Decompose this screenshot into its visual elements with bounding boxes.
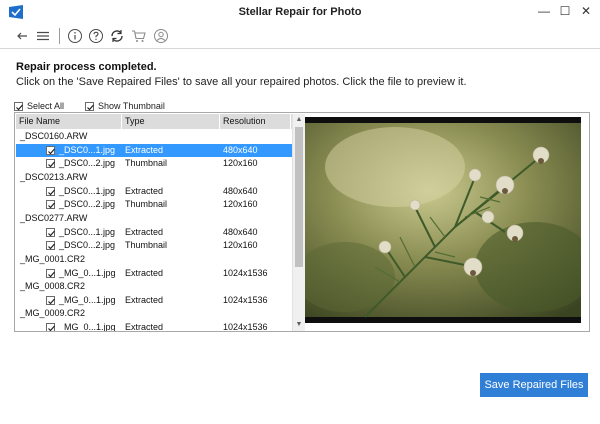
photo-preview-image[interactable] [305,117,581,323]
file-type: Extracted [125,186,164,196]
select-all-label: Select All [27,101,65,111]
file-name: _DSC0...1.jpg [59,145,116,155]
select-all-checkbox[interactable] [14,101,23,111]
photo-preview-pane [305,114,589,331]
row-checkbox[interactable] [46,159,55,168]
file-resolution: 1024x1536 [223,268,268,278]
file-resolution: 480x640 [223,186,258,196]
window-title: Stellar Repair for Photo [238,6,362,18]
file-resolution: 120x160 [223,240,258,250]
file-group-row[interactable]: _MG_0001.CR2 [16,253,292,266]
file-name: _MG_0...1.jpg [59,295,116,305]
table-row[interactable]: _DSC0...2.jpg Thumbnail 120x160 [16,198,292,211]
show-thumbnail-checkbox[interactable] [85,101,94,111]
file-name: _MG_0...1.jpg [59,268,116,278]
save-repaired-files-button[interactable]: Save Repaired Files [480,373,588,397]
file-group-row[interactable]: _MG_0008.CR2 [16,280,292,293]
cart-icon[interactable] [130,27,148,45]
group-name: _DSC0277.ARW [20,213,88,223]
account-icon[interactable] [152,27,170,45]
row-checkbox[interactable] [46,323,55,331]
scroll-down-icon[interactable]: ▼ [293,319,305,331]
status-description: Click on the 'Save Repaired Files' to sa… [16,76,467,88]
file-name: _MG_0...1.jpg [59,322,116,331]
file-group-row[interactable]: _DSC0160.ARW [16,130,292,143]
table-row[interactable]: _DSC0...1.jpg Extracted 480x640 [16,226,292,239]
info-icon[interactable] [66,27,84,45]
column-header-file-name[interactable]: File Name [16,114,122,129]
file-group-row[interactable]: _DSC0213.ARW [16,171,292,184]
file-name: _DSC0...1.jpg [59,186,116,196]
group-name: _DSC0160.ARW [20,131,88,141]
file-type: Extracted [125,295,164,305]
file-type: Thumbnail [125,158,168,168]
back-arrow-icon[interactable] [13,27,31,45]
help-icon[interactable] [87,27,105,45]
maximize-button[interactable]: ☐ [555,2,575,20]
file-resolution: 120x160 [223,158,258,168]
table-header: File Name Type Resolution [16,114,305,129]
file-name: _DSC0...2.jpg [59,240,116,250]
file-type: Extracted [125,268,164,278]
file-resolution: 120x160 [223,199,258,209]
file-name: _DSC0...1.jpg [59,227,116,237]
select-all-option[interactable]: Select All [14,100,64,112]
scroll-up-icon[interactable]: ▲ [293,114,305,126]
results-panel: File Name Type Resolution _DSC0160.ARW _… [14,112,590,332]
group-name: _DSC0213.ARW [20,172,88,182]
file-list-scrollbar[interactable]: ▲ ▼ [292,114,305,331]
file-resolution: 1024x1536 [223,322,268,331]
row-checkbox[interactable] [46,228,55,237]
row-checkbox[interactable] [46,146,55,155]
file-group-row[interactable]: _DSC0277.ARW [16,212,292,225]
table-row[interactable]: _DSC0...1.jpg Extracted 480x640 [16,144,292,157]
file-name: _DSC0...2.jpg [59,199,116,209]
table-row[interactable]: _DSC0...1.jpg Extracted 480x640 [16,185,292,198]
file-resolution: 480x640 [223,227,258,237]
row-checkbox[interactable] [46,187,55,196]
file-group-row[interactable]: _MG_0009.CR2 [16,307,292,320]
row-checkbox[interactable] [46,200,55,209]
file-resolution: 480x640 [223,145,258,155]
column-header-type[interactable]: Type [122,114,220,129]
minimize-button[interactable]: — [534,2,554,20]
file-type: Thumbnail [125,240,168,250]
group-name: _MG_0001.CR2 [20,254,86,264]
column-header-resolution[interactable]: Resolution [220,114,291,129]
table-row[interactable]: _DSC0...2.jpg Thumbnail 120x160 [16,239,292,252]
table-row[interactable]: _DSC0...2.jpg Thumbnail 120x160 [16,157,292,170]
scrollbar-thumb[interactable] [295,127,303,267]
row-checkbox[interactable] [46,296,55,305]
toolbar [0,24,600,48]
toolbar-separator [59,28,60,44]
file-name: _DSC0...2.jpg [59,158,116,168]
table-row[interactable]: _MG_0...1.jpg Extracted 1024x1536 [16,321,292,331]
file-resolution: 1024x1536 [223,295,268,305]
group-name: _MG_0009.CR2 [20,308,86,318]
refresh-icon[interactable] [108,27,126,45]
toolbar-divider [0,48,600,49]
show-thumbnail-label: Show Thumbnail [98,101,165,111]
close-button[interactable]: ✕ [576,2,596,20]
file-list: File Name Type Resolution _DSC0160.ARW _… [16,114,305,331]
table-row[interactable]: _MG_0...1.jpg Extracted 1024x1536 [16,294,292,307]
title-bar: Stellar Repair for Photo — ☐ ✕ [0,0,600,24]
row-checkbox[interactable] [46,269,55,278]
file-type: Extracted [125,145,164,155]
group-name: _MG_0008.CR2 [20,281,86,291]
status-title: Repair process completed. [16,61,157,73]
row-checkbox[interactable] [46,241,55,250]
file-type: Thumbnail [125,199,168,209]
file-type: Extracted [125,227,164,237]
table-row[interactable]: _MG_0...1.jpg Extracted 1024x1536 [16,267,292,280]
file-type: Extracted [125,322,164,331]
menu-icon[interactable] [34,27,52,45]
show-thumbnail-option[interactable]: Show Thumbnail [85,100,165,112]
